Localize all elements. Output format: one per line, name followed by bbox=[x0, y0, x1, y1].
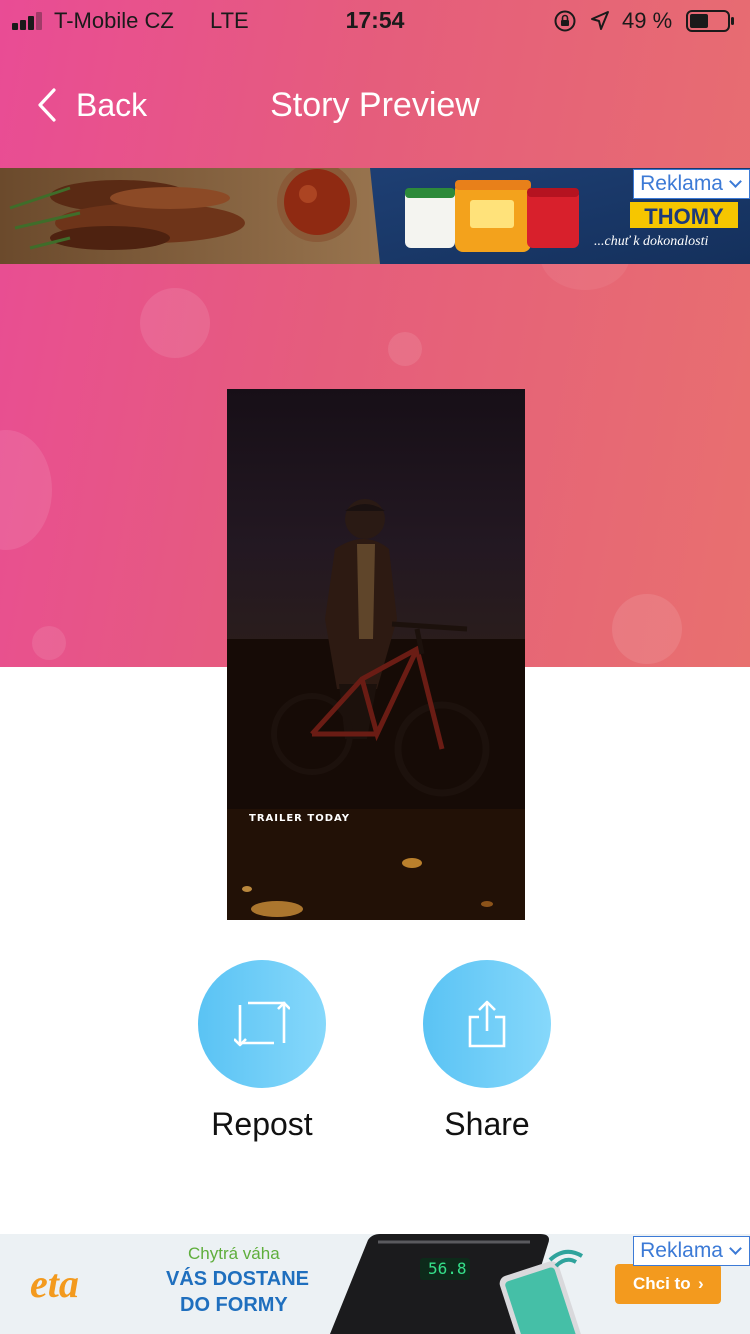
bokeh-decoration bbox=[140, 288, 210, 358]
location-icon bbox=[591, 11, 609, 30]
ad-banner-bottom[interactable]: eta Chytrá váha VÁS DOSTANE DO FORMY 56.… bbox=[0, 1234, 750, 1334]
battery-icon bbox=[686, 10, 734, 32]
share-label: Share bbox=[444, 1106, 530, 1142]
battery-percentage: 49 % bbox=[622, 8, 673, 33]
repost-label: Repost bbox=[211, 1106, 313, 1142]
ad-bottom-smallline: Chytrá váha bbox=[188, 1244, 280, 1263]
repost-icon bbox=[234, 1001, 290, 1047]
ad-bottom-headline-2: DO FORMY bbox=[180, 1294, 288, 1316]
ad-label-bottom[interactable]: Reklama bbox=[633, 1236, 750, 1266]
ad-top-tagline: ...chuť k dokonalosti bbox=[594, 234, 709, 249]
status-bar: T-Mobile CZ LTE 17:54 49 % bbox=[0, 0, 750, 40]
repost-button[interactable]: Repost bbox=[197, 960, 327, 1143]
share-icon bbox=[468, 1000, 506, 1048]
repost-button-circle[interactable] bbox=[198, 960, 326, 1088]
eta-logo: eta bbox=[30, 1261, 79, 1306]
ad-label-top[interactable]: Reklama bbox=[633, 169, 750, 199]
bokeh-decoration bbox=[0, 430, 52, 550]
bokeh-decoration bbox=[32, 626, 66, 660]
ad-bottom-cta-chevron: › bbox=[698, 1274, 704, 1293]
story-photo bbox=[227, 499, 525, 920]
story-caption: TRAILER TODAY bbox=[249, 813, 351, 824]
share-button-circle[interactable] bbox=[423, 960, 551, 1088]
ad-bottom-headline-1: VÁS DOSTANE bbox=[166, 1268, 309, 1290]
bokeh-decoration bbox=[612, 594, 682, 664]
bokeh-decoration bbox=[388, 332, 422, 366]
story-preview-image: TRAILER TODAY bbox=[227, 389, 525, 920]
scale-reading: 56.8 bbox=[428, 1259, 467, 1278]
orientation-lock-icon bbox=[554, 10, 576, 32]
ad-top-brand: THOMY bbox=[644, 204, 724, 229]
page-title: Story Preview bbox=[270, 86, 480, 124]
ad-bottom-cta[interactable]: Chci to bbox=[633, 1274, 691, 1294]
ad-banner-top[interactable]: THOMY ...chuť k dokonalosti Reklama bbox=[0, 168, 750, 264]
share-button[interactable]: Share bbox=[422, 960, 552, 1143]
